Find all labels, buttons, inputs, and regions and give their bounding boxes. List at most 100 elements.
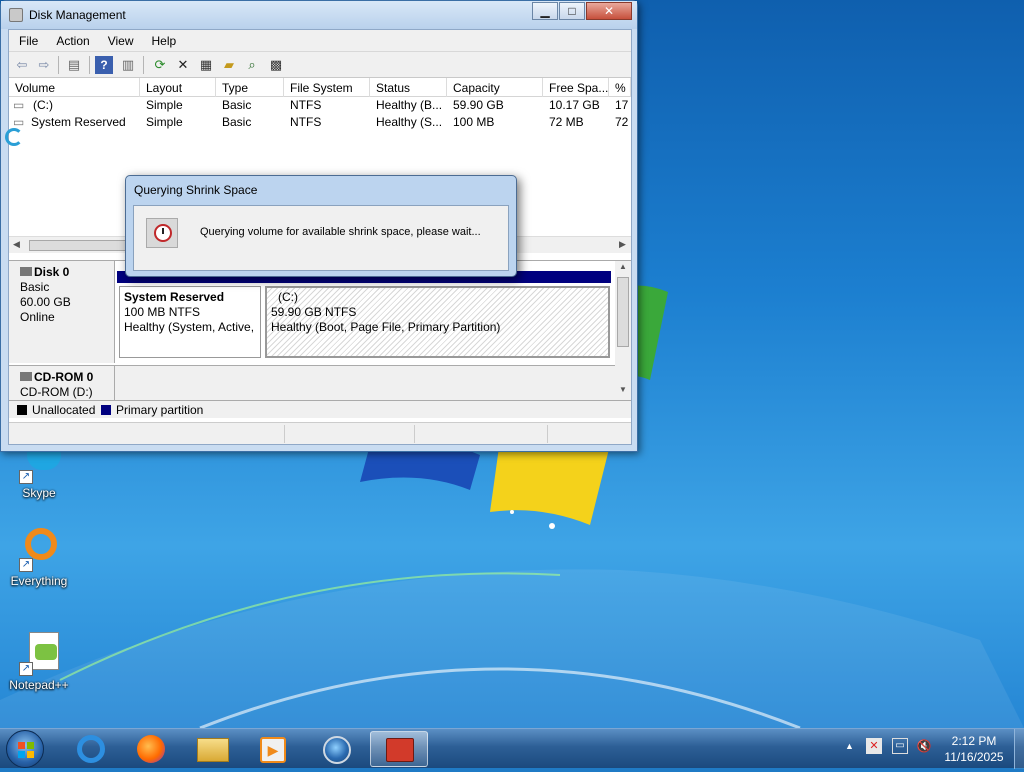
cdrom0-name: CD-ROM 0 (20, 370, 114, 385)
computer-management-icon (386, 738, 414, 762)
help-icon[interactable]: ? (95, 56, 113, 74)
clock[interactable]: 2:12 PM 11/16/2025 (938, 733, 1010, 765)
disk-graphical-view: Disk 0 Basic 60.00 GB Online System Rese… (9, 260, 631, 420)
legend-unallocated-label: Unallocated (32, 403, 96, 417)
taskbar-firefox[interactable] (122, 731, 180, 767)
network-icon[interactable]: ▭ (892, 738, 908, 754)
network-globe-icon (323, 736, 351, 764)
busy-cursor-icon (5, 128, 23, 146)
col-layout[interactable]: Layout (140, 78, 216, 97)
clock-icon (146, 218, 178, 248)
action-center-flag-icon[interactable]: ✕ (866, 738, 882, 754)
scroll-up-icon[interactable]: ▲ (619, 262, 627, 271)
drive-icon: ▭ (13, 115, 25, 129)
legend-unallocated-swatch (17, 405, 27, 415)
menu-file[interactable]: File (9, 30, 46, 48)
legend-primary-label: Primary partition (116, 403, 204, 417)
col-volume[interactable]: Volume (9, 78, 140, 97)
legend-primary-swatch (101, 405, 111, 415)
cell-type: Basic (222, 98, 252, 112)
show-hide-console-tree-icon[interactable]: ▤ (65, 56, 83, 74)
media-player-icon: ▶ (260, 737, 286, 763)
notepadpp-desktop-icon[interactable]: ↗ Notepad++ (3, 632, 75, 692)
partition-name: System Reserved (124, 290, 225, 304)
cell-capacity: 100 MB (453, 115, 495, 129)
properties-icon[interactable]: ▦ (197, 56, 215, 74)
internet-explorer-icon (77, 735, 105, 763)
scroll-thumb[interactable] (29, 240, 129, 251)
table-row[interactable]: ▭ System Reserved Simple Basic NTFS Heal… (9, 114, 631, 131)
partition-detail: 59.90 GB NTFS (271, 305, 357, 319)
everything-desktop-icon[interactable]: ↗ Everything (3, 528, 75, 588)
dialog-body: Querying volume for available shrink spa… (133, 205, 509, 271)
col-capacity[interactable]: Capacity (447, 78, 543, 97)
minimize-button[interactable]: ▁ (532, 2, 558, 20)
col-percent-free[interactable]: % F (609, 78, 631, 97)
cell-free-space: 72 MB (549, 115, 584, 129)
disk0-info[interactable]: Disk 0 Basic 60.00 GB Online (9, 261, 115, 363)
scroll-down-icon[interactable]: ▼ (619, 385, 627, 394)
partition-system-reserved[interactable]: System Reserved 100 MB NTFS Healthy (Sys… (119, 286, 261, 358)
shortcut-arrow-icon: ↗ (19, 470, 33, 484)
taskbar-app[interactable] (308, 731, 366, 767)
vertical-scrollbar[interactable]: ▲ ▼ (615, 261, 631, 401)
cell-file-system: NTFS (290, 98, 322, 112)
title-bar[interactable]: Disk Management ▁ □ ✕ (1, 1, 637, 29)
scroll-left-icon[interactable]: ◀ (13, 239, 20, 250)
start-button[interactable] (6, 730, 44, 768)
cell-status: Healthy (S... (376, 115, 443, 129)
cdrom0-info[interactable]: CD-ROM 0 CD-ROM (D:) (9, 365, 115, 401)
status-bar (9, 422, 631, 444)
menu-help[interactable]: Help (142, 30, 185, 48)
taskbar-disk-management[interactable] (370, 731, 428, 767)
cdrom-row (115, 365, 615, 401)
disk-settings-icon[interactable]: ▩ (267, 56, 285, 74)
menu-view[interactable]: View (98, 30, 142, 48)
col-file-system[interactable]: File System (284, 78, 370, 97)
show-hide-action-pane-icon[interactable]: ▥ (119, 56, 137, 74)
toolbar: ⇦ ⇨ ▤ ? ▥ ⟳ ✕ ▦ ▰ ⌕ ▩ (9, 52, 631, 78)
menu-action[interactable]: Action (46, 30, 97, 48)
taskbar-media-player[interactable]: ▶ (244, 731, 302, 767)
maximize-button[interactable]: □ (559, 2, 585, 20)
cell-free-space: 10.17 GB (549, 98, 600, 112)
disk0-state: Online (20, 310, 55, 324)
close-button[interactable]: ✕ (586, 2, 632, 20)
cell-volume: System Reserved (31, 115, 126, 129)
open-folder-icon[interactable]: ▰ (220, 56, 238, 74)
legend: Unallocated Primary partition (9, 400, 631, 418)
back-icon[interactable]: ⇦ (13, 56, 31, 74)
cdrom-icon (20, 372, 32, 381)
search-icon[interactable]: ⌕ (243, 56, 261, 74)
cell-volume: (C:) (33, 98, 53, 112)
forward-icon[interactable]: ⇨ (35, 56, 53, 74)
cell-status: Healthy (B... (376, 98, 443, 112)
partition-name: (C:) (278, 290, 298, 304)
partition-status: Healthy (Boot, Page File, Primary Partit… (271, 320, 501, 334)
col-status[interactable]: Status (370, 78, 447, 97)
clock-date: 11/16/2025 (944, 750, 1004, 764)
firefox-icon (137, 735, 165, 763)
disk0-size: 60.00 GB (20, 295, 71, 309)
dialog-title[interactable]: Querying Shrink Space (134, 183, 257, 197)
col-type[interactable]: Type (216, 78, 284, 97)
scroll-right-icon[interactable]: ▶ (619, 239, 626, 250)
table-row[interactable]: ▭ (C:) Simple Basic NTFS Healthy (B... 5… (9, 97, 631, 114)
show-hidden-icons-icon[interactable]: ▲ (845, 741, 854, 751)
partition-c[interactable]: (C:) 59.90 GB NTFS Healthy (Boot, Page F… (265, 286, 610, 358)
show-desktop-button[interactable] (1014, 729, 1024, 769)
partition-status: Healthy (System, Active, (124, 320, 255, 334)
cdrom0-sub: CD-ROM (D:) (20, 385, 93, 399)
dialog-message: Querying volume for available shrink spa… (200, 226, 481, 238)
folder-icon (197, 738, 229, 762)
skype-label: Skype (22, 486, 56, 500)
taskbar: ▶ ▲ ✕ ▭ 🔇 2:12 PM 11/16/2025 (0, 728, 1024, 769)
delete-icon[interactable]: ✕ (174, 56, 192, 74)
taskbar-internet-explorer[interactable] (62, 731, 120, 767)
scroll-thumb[interactable] (617, 277, 629, 347)
volume-muted-icon[interactable]: 🔇 (916, 738, 932, 754)
col-free-space[interactable]: Free Spa... (543, 78, 609, 97)
taskbar-explorer[interactable] (184, 731, 242, 767)
refresh-icon[interactable]: ⟳ (151, 56, 169, 74)
volume-list-header: Volume Layout Type File System Status Ca… (9, 78, 631, 97)
